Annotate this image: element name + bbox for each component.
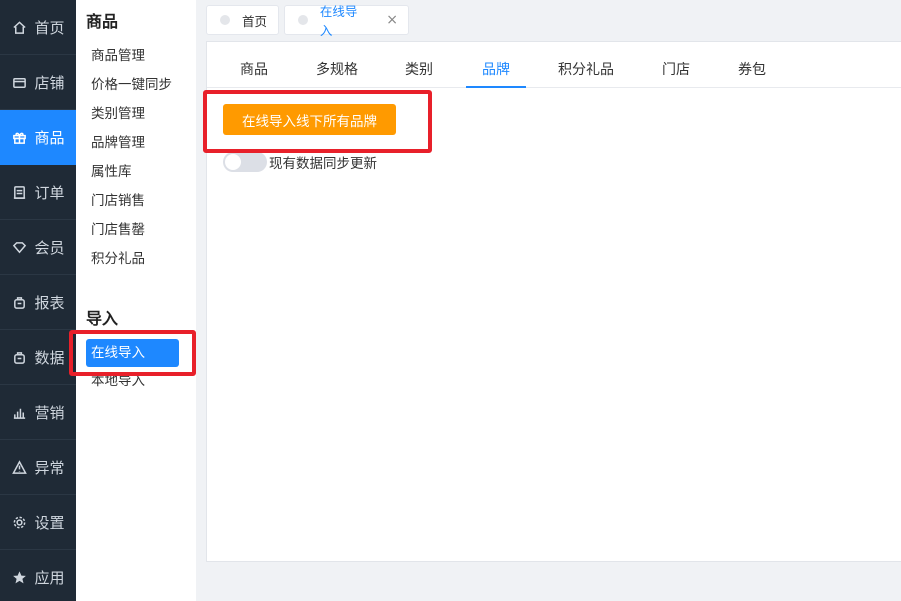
nav-item-apps[interactable]: 应用 xyxy=(0,550,76,601)
nav-item-label: 订单 xyxy=(34,183,65,202)
order-icon xyxy=(11,184,27,200)
report-icon xyxy=(11,294,27,310)
nav-item-label: 数据 xyxy=(34,348,65,367)
nav-item-settings[interactable]: 设置 xyxy=(0,495,76,550)
submenu-item-store-soldout[interactable]: 门店售罄 xyxy=(76,216,196,245)
nav-item-label: 应用 xyxy=(34,568,65,587)
import-type-tabs: 商品 多规格 类别 品牌 积分礼品 门店 券包 xyxy=(207,54,901,88)
nav-item-goods[interactable]: 商品 xyxy=(0,110,76,165)
member-icon xyxy=(11,239,27,255)
tab-store[interactable]: 门店 xyxy=(655,54,697,88)
submenu-section-title: 导入 xyxy=(86,309,119,328)
page-tab-label: 首页 xyxy=(242,13,268,29)
tab-dot-icon xyxy=(298,15,308,25)
tab-dot-icon xyxy=(220,15,230,25)
tab-coupon-pack[interactable]: 券包 xyxy=(731,54,773,88)
main-nav: 首页 店铺 商品 订单 会员 报表 数据 营销 异常 设置 应用 xyxy=(0,0,76,601)
warning-icon xyxy=(11,459,27,475)
nav-item-report[interactable]: 报表 xyxy=(0,275,76,330)
sub-menu: 商品 商品管理 价格一键同步 类别管理 品牌管理 属性库 门店销售 门店售罄 积… xyxy=(76,0,196,601)
toggle-knob xyxy=(225,154,241,170)
tab-category[interactable]: 类别 xyxy=(397,54,441,88)
nav-item-exception[interactable]: 异常 xyxy=(0,440,76,495)
submenu-item-brand-manage[interactable]: 品牌管理 xyxy=(76,129,196,158)
nav-item-data[interactable]: 数据 xyxy=(0,330,76,385)
nav-item-label: 商品 xyxy=(34,128,65,147)
marketing-icon xyxy=(11,404,27,420)
store-icon xyxy=(11,74,27,90)
page-tab-strip: 首页 在线导入 × xyxy=(196,0,901,40)
nav-item-home[interactable]: 首页 xyxy=(0,0,76,55)
gear-icon xyxy=(11,514,27,530)
nav-item-label: 会员 xyxy=(34,238,65,257)
submenu-item-store-sales[interactable]: 门店销售 xyxy=(76,187,196,216)
submenu-item-price-sync[interactable]: 价格一键同步 xyxy=(76,71,196,100)
tab-brand[interactable]: 品牌 xyxy=(466,54,526,88)
submenu-list: 商品管理 价格一键同步 类别管理 品牌管理 属性库 门店销售 门店售罄 积分礼品 xyxy=(76,42,196,274)
submenu-item-attribute-lib[interactable]: 属性库 xyxy=(76,158,196,187)
page-tab-home[interactable]: 首页 xyxy=(206,5,279,35)
submenu-item-goods-manage[interactable]: 商品管理 xyxy=(76,42,196,71)
tab-goods[interactable]: 商品 xyxy=(228,54,280,88)
nav-item-label: 店铺 xyxy=(34,73,65,92)
nav-item-label: 首页 xyxy=(34,18,65,37)
highlight-box-online-import xyxy=(69,330,196,376)
submenu-item-points-gift[interactable]: 积分礼品 xyxy=(76,245,196,274)
nav-item-label: 营销 xyxy=(34,403,65,422)
close-icon[interactable]: × xyxy=(386,12,398,28)
nav-item-label: 设置 xyxy=(34,513,65,532)
gift-icon xyxy=(11,129,27,145)
submenu-item-category-manage[interactable]: 类别管理 xyxy=(76,100,196,129)
tab-points-gift[interactable]: 积分礼品 xyxy=(553,54,619,88)
nav-item-marketing[interactable]: 营销 xyxy=(0,385,76,440)
nav-item-label: 报表 xyxy=(34,293,65,312)
nav-item-order[interactable]: 订单 xyxy=(0,165,76,220)
submenu-section-title: 商品 xyxy=(86,12,119,31)
tab-multi-spec[interactable]: 多规格 xyxy=(307,54,367,88)
home-icon xyxy=(11,19,27,35)
nav-item-label: 异常 xyxy=(34,458,65,477)
nav-item-member[interactable]: 会员 xyxy=(0,220,76,275)
star-icon xyxy=(11,569,27,585)
page-tab-online-import[interactable]: 在线导入 × xyxy=(284,4,409,38)
data-icon xyxy=(11,349,27,365)
page-tab-label: 在线导入 xyxy=(319,4,358,38)
sync-update-row: 现有数据同步更新 xyxy=(223,152,377,172)
sync-update-toggle[interactable] xyxy=(223,152,267,172)
nav-item-store[interactable]: 店铺 xyxy=(0,55,76,110)
sync-update-label: 现有数据同步更新 xyxy=(269,156,377,172)
highlight-box-import-button xyxy=(203,90,432,153)
